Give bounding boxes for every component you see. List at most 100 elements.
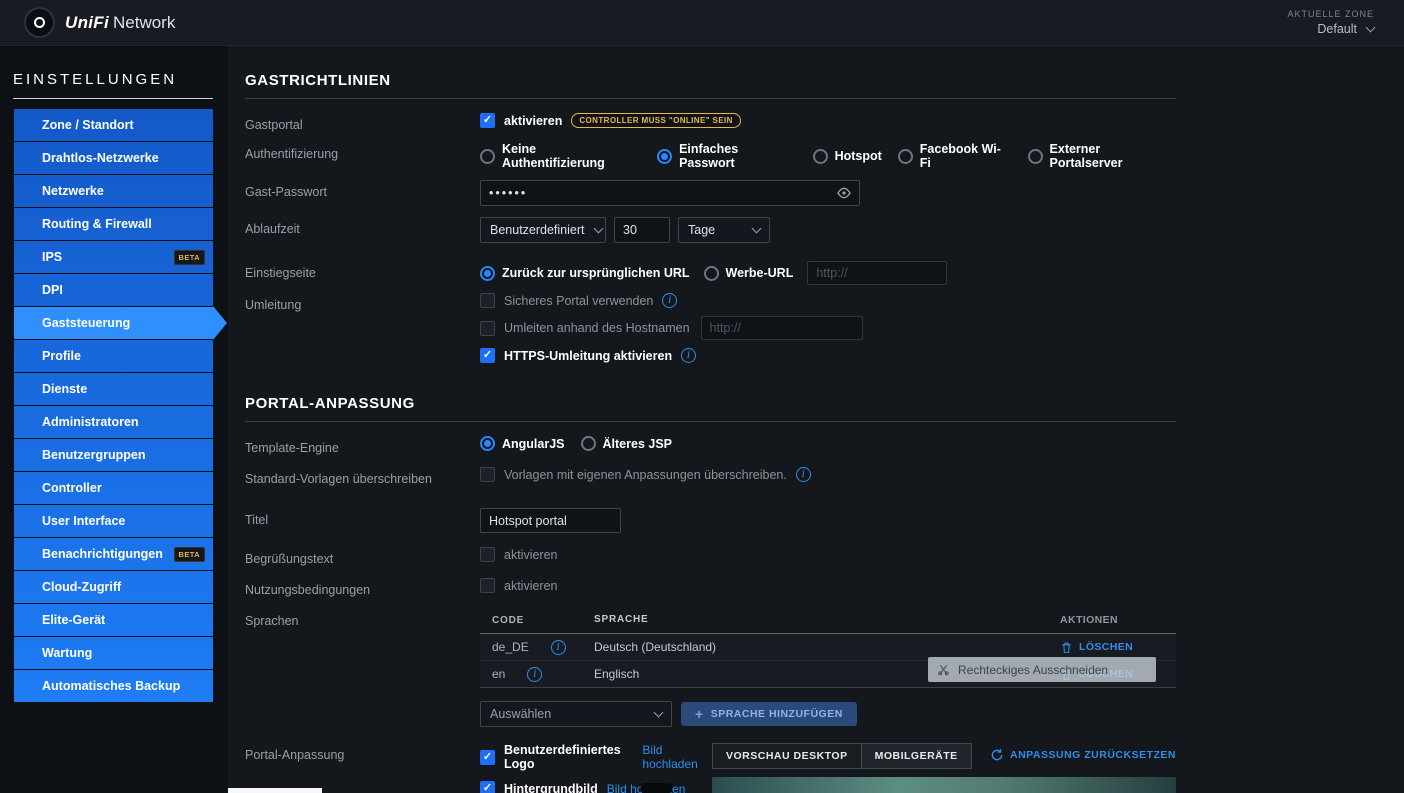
- sidebar-item-wartung[interactable]: Wartung: [14, 637, 213, 670]
- sidebar-item-dpi[interactable]: DPI: [14, 274, 213, 307]
- sidebar-title: EINSTELLUNGEN: [13, 46, 213, 99]
- werbe-url-input[interactable]: [807, 261, 948, 285]
- upload-logo-link[interactable]: Bild hochladen: [642, 743, 710, 771]
- field-label: Gastportal: [245, 118, 303, 132]
- expiry-period-select[interactable]: Tage: [678, 217, 770, 243]
- zone-value: Default: [1317, 22, 1357, 36]
- field-label: Ablaufzeit: [245, 222, 300, 236]
- template-radio-angularjs[interactable]: [480, 436, 495, 451]
- app-window: UniFi Network AKTUELLE ZONE Default EINST…: [0, 0, 1404, 793]
- https-redirect-checkbox[interactable]: [480, 348, 495, 363]
- gastportal-checkbox-label: aktivieren: [504, 113, 563, 128]
- chevron-down-icon: [653, 707, 664, 718]
- add-language-button[interactable]: + SPRACHE HINZUFÜGEN: [681, 702, 857, 726]
- auth-radio-extern[interactable]: [1027, 148, 1043, 164]
- guest-password-input[interactable]: [480, 180, 860, 206]
- auth-radio-hotspot[interactable]: [812, 148, 828, 164]
- sidebar-item-automatisches-backup[interactable]: Automatisches Backup: [14, 670, 213, 703]
- eye-icon[interactable]: [836, 185, 852, 206]
- zone-dropdown[interactable]: Default: [1317, 22, 1376, 36]
- sidebar-item-benutzergruppen[interactable]: Benutzergruppen: [14, 439, 213, 472]
- main-panel: GASTRICHTLINIEN Gastportal aktivieren CO…: [228, 46, 1404, 793]
- sidebar-item-gaststeuerung[interactable]: Gaststeuerung: [14, 307, 213, 340]
- field-label: Sprachen: [245, 614, 299, 628]
- zone-selector: AKTUELLE ZONE Default: [1287, 9, 1376, 36]
- field-label: Einstiegseite: [245, 266, 316, 280]
- section-title-portal-anpassung: PORTAL-ANPASSUNG: [245, 395, 415, 412]
- auth-radio-passwort[interactable]: [657, 148, 673, 164]
- field-label: Standard-Vorlagen überschreiben: [245, 472, 432, 486]
- plus-icon: +: [695, 706, 704, 722]
- info-icon[interactable]: [681, 348, 697, 363]
- reset-customization-button[interactable]: ANPASSUNG ZURÜCKSETZEN: [990, 748, 1176, 762]
- custom-logo-checkbox[interactable]: [480, 749, 495, 765]
- portal-title-input[interactable]: [480, 508, 621, 533]
- languages-table-header: CODE SPRACHE AKTIONEN: [480, 609, 1176, 633]
- hostname-input[interactable]: [700, 316, 863, 340]
- sidebar-item-cloud-zugriff[interactable]: Cloud-Zugriff: [14, 571, 213, 604]
- preview-toggle: VORSCHAU DESKTOP MOBILGERÄTE: [712, 743, 972, 769]
- sidebar-item-dienste[interactable]: Dienste: [14, 373, 213, 406]
- unifi-logo-icon: [26, 9, 53, 36]
- section-divider: [245, 421, 1176, 422]
- zone-label: AKTUELLE ZONE: [1287, 9, 1374, 19]
- secure-portal-checkbox[interactable]: [480, 293, 495, 308]
- row-nutzungsbedingungen: Nutzungsbedingungen aktivieren: [245, 578, 558, 597]
- reset-icon: [991, 749, 1003, 761]
- sidebar-item-ips[interactable]: IPS BETA: [14, 241, 213, 274]
- welcome-text-checkbox[interactable]: [480, 547, 495, 562]
- info-icon[interactable]: [795, 467, 811, 482]
- auth-radio-keine[interactable]: [480, 148, 495, 164]
- expiry-value-input[interactable]: [614, 217, 670, 243]
- info-icon[interactable]: [662, 293, 678, 308]
- section-title-gastrichtlinien: GASTRICHTLINIEN: [245, 72, 391, 89]
- preview-mobile-button[interactable]: MOBILGERÄTE: [860, 743, 972, 769]
- sidebar-item-drahtlos-netzwerke[interactable]: Drahtlos-Netzwerke: [14, 142, 213, 175]
- landing-radio-werbe-url[interactable]: [703, 265, 719, 281]
- field-label: Portal-Anpassung: [245, 748, 345, 762]
- expiry-unit-select[interactable]: Benutzerdefiniert: [480, 217, 606, 243]
- scissors-icon: [938, 664, 949, 676]
- row-umleitung: Umleitung Sicheres Portal verwenden Umle…: [245, 293, 1176, 371]
- col-header-sprache: SPRACHE: [594, 614, 649, 625]
- field-label: Authentifizierung: [245, 147, 339, 161]
- row-vorlagen-ueberschreiben: Standard-Vorlagen überschreiben Vorlagen…: [245, 467, 1176, 486]
- sidebar-item-user-interface[interactable]: User Interface: [14, 505, 213, 538]
- info-icon[interactable]: [527, 666, 543, 682]
- preview-desktop-button[interactable]: VORSCHAU DESKTOP: [712, 743, 862, 769]
- brand-text: UniFi Network: [65, 13, 175, 33]
- logo-ring: [34, 17, 45, 28]
- auth-radio-facebook[interactable]: [897, 148, 913, 164]
- sidebar-item-controller[interactable]: Controller: [14, 472, 213, 505]
- language-select[interactable]: Auswählen: [480, 701, 672, 727]
- sidebar-item-profile[interactable]: Profile: [14, 340, 213, 373]
- brand: UniFi Network: [26, 9, 175, 36]
- row-authentifizierung: Authentifizierung Keine Authentifizierun…: [245, 142, 1123, 170]
- row-titel: Titel: [245, 508, 1176, 533]
- gastportal-checkbox[interactable]: [480, 113, 495, 128]
- field-label: Begrüßungstext: [245, 552, 334, 566]
- col-header-code: CODE: [492, 614, 525, 626]
- sidebar-item-benachrichtigungen[interactable]: Benachrichtigungen BETA: [14, 538, 213, 571]
- artifact-cutoff-element: [641, 783, 672, 793]
- info-icon[interactable]: [550, 639, 566, 655]
- sidebar-item-netzwerke[interactable]: Netzwerke: [14, 175, 213, 208]
- override-templates-checkbox[interactable]: [480, 467, 495, 482]
- sidebar-item-administratoren[interactable]: Administratoren: [14, 406, 213, 439]
- background-image-checkbox[interactable]: [480, 781, 495, 793]
- row-gast-passwort: Gast-Passwort: [245, 180, 1176, 206]
- hostname-redirect-checkbox[interactable]: [480, 320, 495, 336]
- sidebar-item-zone-standort[interactable]: Zone / Standort: [14, 109, 213, 142]
- landing-radio-original-url[interactable]: [480, 265, 495, 281]
- row-ablaufzeit: Ablaufzeit Benutzerdefiniert Tage: [245, 217, 1176, 243]
- trash-icon: [1062, 642, 1071, 653]
- sidebar-item-elite-geraet[interactable]: Elite-Gerät: [14, 604, 213, 637]
- terms-checkbox[interactable]: [480, 578, 495, 593]
- template-radio-jsp[interactable]: [580, 436, 596, 451]
- beta-badge: BETA: [173, 546, 205, 562]
- delete-language-button[interactable]: LÖSCHEN: [1060, 641, 1176, 654]
- controller-online-badge: CONTROLLER MUSS "ONLINE" SEIN: [571, 113, 741, 128]
- sidebar-item-routing-firewall[interactable]: Routing & Firewall: [14, 208, 213, 241]
- chevron-down-icon: [1365, 22, 1376, 33]
- beta-badge: BETA: [173, 249, 205, 265]
